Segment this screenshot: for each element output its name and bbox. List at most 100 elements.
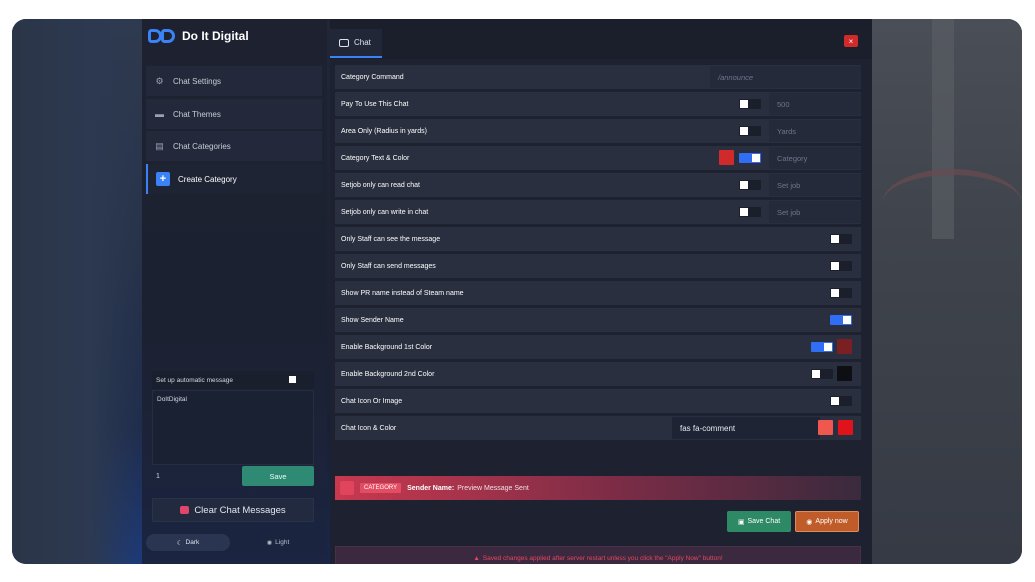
bg-1st-color-toggle[interactable] bbox=[811, 342, 833, 352]
brand-logo-icon bbox=[148, 29, 176, 43]
tab-chat[interactable]: Chat bbox=[330, 29, 382, 58]
chat-icon-input[interactable]: fas fa-comment bbox=[672, 417, 820, 439]
row-label: Chat Icon & Color bbox=[341, 424, 397, 432]
pay-to-use-toggle[interactable] bbox=[739, 99, 761, 109]
row-bg-2nd-color: Enable Background 2nd Color bbox=[335, 362, 861, 386]
sidebar-item-create-category[interactable]: + Create Category bbox=[146, 164, 322, 194]
row-label: Only Staff can see the message bbox=[341, 235, 441, 243]
comment-icon bbox=[180, 506, 190, 514]
theme-dark-label: Dark bbox=[185, 539, 200, 546]
auto-message-textarea[interactable]: DoItDigital bbox=[152, 390, 314, 465]
window-icon: ▬ bbox=[155, 109, 164, 119]
bg-2nd-color-swatch[interactable] bbox=[837, 366, 852, 381]
auto-message-interval-input[interactable]: 1 bbox=[152, 467, 240, 485]
theme-dark-button[interactable]: ☾ Dark bbox=[146, 534, 230, 551]
row-label: Setjob only can write in chat bbox=[341, 208, 429, 216]
chat-icon-bg-swatch[interactable] bbox=[838, 420, 853, 435]
category-text-input[interactable]: Category bbox=[769, 147, 861, 169]
cogs-icon: ⚙ bbox=[155, 75, 164, 86]
row-label: Chat Icon Or Image bbox=[341, 397, 403, 405]
chat-icon-color-swatch[interactable] bbox=[818, 420, 833, 435]
sidebar-item-chat-themes[interactable]: ▬ Chat Themes bbox=[146, 99, 322, 129]
show-sender-name-toggle[interactable] bbox=[830, 315, 852, 325]
row-setjob-read: Setjob only can read chat Set job bbox=[335, 173, 861, 197]
staff-see-toggle[interactable] bbox=[830, 234, 852, 244]
show-pr-name-toggle[interactable] bbox=[830, 288, 852, 298]
sidebar-item-chat-categories[interactable]: ▤ Chat Categories bbox=[146, 131, 322, 161]
category-color-swatch[interactable] bbox=[719, 150, 734, 165]
area-only-toggle[interactable] bbox=[739, 126, 761, 136]
bg-2nd-color-toggle[interactable] bbox=[811, 369, 833, 379]
auto-message-toggle-row: Set up automatic message bbox=[152, 371, 314, 389]
category-badge: CATEGORY bbox=[360, 483, 402, 493]
background-scenery-right bbox=[872, 19, 1022, 564]
category-command-input[interactable]: /announce bbox=[710, 66, 861, 88]
save-chat-label: Save Chat bbox=[747, 518, 781, 525]
setjob-write-toggle[interactable] bbox=[739, 207, 761, 217]
pay-amount-input[interactable]: 500 bbox=[769, 93, 861, 115]
save-icon: ▣ bbox=[737, 518, 745, 526]
app-window: Do It Digital ⚙ Chat Settings ▬ Chat The… bbox=[12, 19, 1022, 564]
background-scenery-left bbox=[12, 19, 142, 564]
check-circle-icon: ◉ bbox=[806, 518, 813, 526]
row-label: Setjob only can read chat bbox=[341, 181, 420, 189]
setjob-write-input[interactable]: Set job bbox=[769, 201, 861, 223]
row-category-text-color: Category Text & Color Category bbox=[335, 146, 861, 170]
close-button[interactable]: × bbox=[844, 35, 858, 47]
clear-chat-label: Clear Chat Messages bbox=[194, 504, 286, 516]
theme-light-label: Light bbox=[275, 539, 290, 546]
row-label: Only Staff can send messages bbox=[341, 262, 436, 270]
row-label: Enable Background 1st Color bbox=[341, 343, 433, 351]
sidebar-item-label: Chat Settings bbox=[173, 76, 222, 86]
row-chat-icon-color: Chat Icon & Color fas fa-comment bbox=[335, 416, 861, 440]
row-label: Show Sender Name bbox=[341, 316, 404, 324]
chat-settings-panel: Do It Digital ⚙ Chat Settings ▬ Chat The… bbox=[142, 19, 872, 564]
sidebar-item-chat-settings[interactable]: ⚙ Chat Settings bbox=[146, 66, 322, 96]
preview-message: Preview Message Sent bbox=[457, 484, 529, 492]
staff-send-toggle[interactable] bbox=[830, 261, 852, 271]
setjob-read-input[interactable]: Set job bbox=[769, 174, 861, 196]
warning-icon: ▲ bbox=[473, 554, 480, 562]
row-label: Enable Background 2nd Color bbox=[341, 370, 435, 378]
row-label: Category Text & Color bbox=[341, 154, 410, 162]
row-show-sender-name: Show Sender Name bbox=[335, 308, 861, 332]
row-label: Pay To Use This Chat bbox=[341, 100, 409, 108]
row-label: Category Command bbox=[341, 73, 404, 81]
row-label: Area Only (Radius in yards) bbox=[341, 127, 427, 135]
brand: Do It Digital bbox=[148, 29, 249, 43]
row-chat-icon-image: Chat Icon Or Image bbox=[335, 389, 861, 413]
notice-text: Saved changes applied after server resta… bbox=[482, 554, 723, 562]
sidebar: Do It Digital ⚙ Chat Settings ▬ Chat The… bbox=[142, 19, 327, 564]
row-label: Show PR name instead of Steam name bbox=[341, 289, 464, 297]
main-content: Chat × Category Command /announce Pay To… bbox=[330, 19, 872, 564]
area-radius-input[interactable]: Yards bbox=[769, 120, 861, 142]
moon-icon: ☾ bbox=[176, 539, 183, 547]
auto-message-checkbox[interactable] bbox=[289, 376, 296, 383]
setjob-read-toggle[interactable] bbox=[739, 180, 761, 190]
sun-icon: ✺ bbox=[266, 539, 273, 547]
row-show-pr-name: Show PR name instead of Steam name bbox=[335, 281, 861, 305]
theme-light-button[interactable]: ✺ Light bbox=[236, 534, 320, 551]
tab-label: Chat bbox=[354, 38, 371, 47]
chat-icon-image-toggle[interactable] bbox=[830, 396, 852, 406]
preview-sender: Sender Name: bbox=[407, 484, 455, 492]
row-setjob-write: Setjob only can write in chat Set job bbox=[335, 200, 861, 224]
row-pay-to-use: Pay To Use This Chat 500 bbox=[335, 92, 861, 116]
row-area-only: Area Only (Radius in yards) Yards bbox=[335, 119, 861, 143]
sidebar-item-label: Chat Themes bbox=[173, 109, 221, 119]
comments-icon bbox=[339, 38, 349, 47]
apply-now-button[interactable]: ◉ Apply now bbox=[795, 511, 859, 532]
category-text-toggle[interactable] bbox=[739, 153, 761, 163]
clear-chat-button[interactable]: Clear Chat Messages bbox=[152, 498, 314, 522]
row-category-command: Category Command /announce bbox=[335, 65, 861, 89]
auto-message-save-button[interactable]: Save bbox=[242, 466, 314, 486]
row-staff-send: Only Staff can send messages bbox=[335, 254, 861, 278]
top-bar: Chat × bbox=[330, 19, 872, 59]
row-staff-see: Only Staff can see the message bbox=[335, 227, 861, 251]
bg-1st-color-swatch[interactable] bbox=[837, 339, 852, 354]
row-bg-1st-color: Enable Background 1st Color bbox=[335, 335, 861, 359]
restart-notice: ▲ Saved changes applied after server res… bbox=[335, 546, 861, 564]
save-chat-button[interactable]: ▣ Save Chat bbox=[727, 511, 791, 532]
plus-icon: + bbox=[156, 172, 170, 186]
comments-icon: ▤ bbox=[155, 140, 164, 151]
